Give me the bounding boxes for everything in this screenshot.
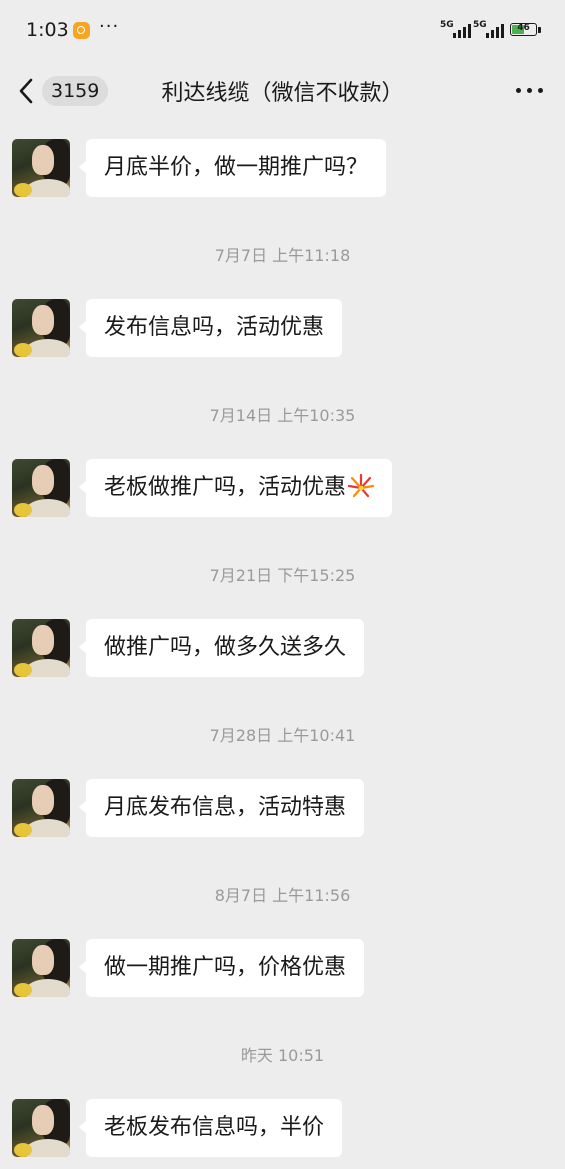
message-bubble[interactable]: 做一期推广吗，价格优惠 (78, 939, 365, 997)
message-bubble[interactable]: 月底发布信息，活动特惠 (78, 779, 365, 837)
chat-title: 利达线缆（微信不收款） (161, 81, 404, 106)
message-timestamp: 8月7日 上午11:56 (214, 886, 351, 905)
battery-level: 46 (517, 23, 530, 33)
contact-avatar[interactable] (12, 299, 70, 357)
message-text: 发布信息吗，活动优惠 (104, 315, 325, 340)
message-text: 老板发布信息吗，半价 (104, 1115, 325, 1140)
network-type-2: 5G (473, 20, 487, 30)
message-row: 老板做推广吗，活动优惠 (0, 459, 565, 517)
contact-avatar[interactable] (12, 1099, 70, 1157)
more-options-icon[interactable] (513, 88, 545, 96)
message-row: 做一期推广吗，价格优惠 (0, 939, 565, 997)
contact-avatar[interactable] (12, 459, 70, 517)
back-arrow-icon[interactable] (16, 76, 38, 106)
contact-avatar[interactable] (12, 779, 70, 837)
message-bubble[interactable]: 老板做推广吗，活动优惠 (78, 459, 393, 517)
network-type-1: 5G (440, 20, 454, 30)
message-row: 老板发布信息吗，半价 (0, 1099, 565, 1157)
battery-icon: 46 (510, 23, 537, 36)
message-text: 月底发布信息，活动特惠 (104, 795, 347, 820)
message-timestamp: 昨天 10:51 (240, 1046, 325, 1065)
status-more-icon: ··· (99, 16, 120, 37)
message-timestamp: 7月7日 上午11:18 (214, 246, 351, 265)
message-bubble[interactable]: 月底半价，做一期推广吗？ (78, 139, 387, 197)
message-timestamp: 7月28日 上午10:41 (209, 726, 356, 745)
status-time: 1:03 (26, 19, 69, 41)
message-text: 月底半价，做一期推广吗？ (104, 155, 369, 180)
app-notification-icon (73, 22, 90, 39)
message-text: 做推广吗，做多久送多久 (104, 635, 347, 660)
message-row: 月底半价，做一期推广吗？ (0, 139, 565, 197)
contact-avatar[interactable] (12, 139, 70, 197)
contact-avatar[interactable] (12, 619, 70, 677)
message-row: 月底发布信息，活动特惠 (0, 779, 565, 837)
status-bar: 1:03 ··· 5G 5G 46 (0, 0, 565, 62)
message-row: 做推广吗，做多久送多久 (0, 619, 565, 677)
message-timestamp: 7月21日 下午15:25 (209, 566, 356, 585)
message-text: 老板做推广吗，活动优惠 (104, 475, 347, 500)
message-bubble[interactable]: 发布信息吗，活动优惠 (78, 299, 343, 357)
message-bubble[interactable]: 老板发布信息吗，半价 (78, 1099, 343, 1157)
message-text: 做一期推广吗，价格优惠 (104, 955, 347, 980)
contact-avatar[interactable] (12, 939, 70, 997)
message-timestamp: 7月14日 上午10:35 (209, 406, 356, 425)
unread-count-badge[interactable]: 3159 (42, 76, 109, 106)
message-row: 发布信息吗，活动优惠 (0, 299, 565, 357)
message-bubble[interactable]: 做推广吗，做多久送多久 (78, 619, 365, 677)
firework-icon (348, 473, 375, 498)
chat-header: 3159 利达线缆（微信不收款） (0, 62, 565, 122)
